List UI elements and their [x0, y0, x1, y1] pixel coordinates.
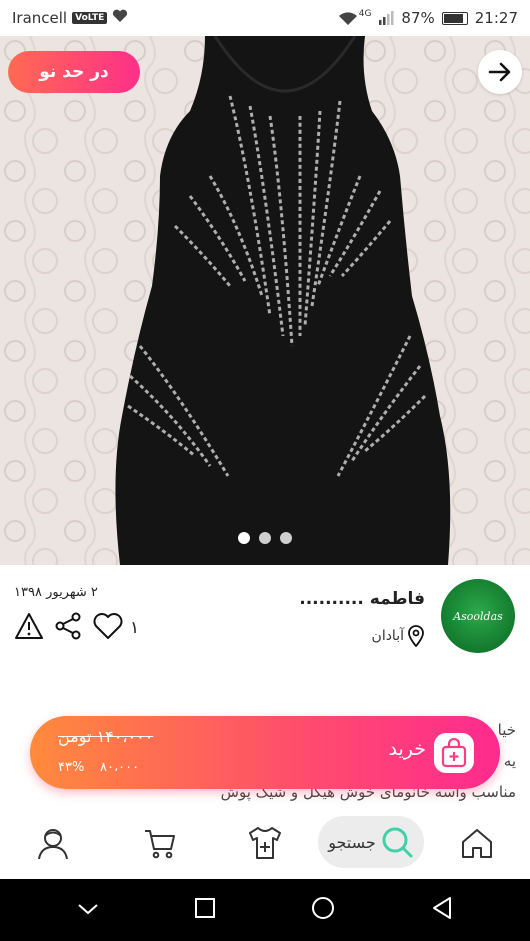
location-pin-icon [408, 625, 424, 647]
share-icon [55, 612, 81, 640]
heart-icon [93, 613, 123, 639]
battery-icon [441, 11, 468, 25]
nav-search[interactable]: جستجو [318, 816, 424, 868]
carousel-dot[interactable] [238, 532, 250, 544]
wifi-icon [338, 11, 358, 26]
status-bar: Irancell VoLTE 4G 87% 21:27 [0, 0, 530, 36]
like-button[interactable] [92, 612, 124, 644]
recents-button[interactable] [194, 897, 216, 923]
report-button[interactable] [14, 612, 44, 644]
arrow-right-icon [488, 62, 511, 82]
shopping-bag-icon [441, 738, 467, 768]
carousel-dots [0, 532, 530, 544]
carousel-dot[interactable] [280, 532, 292, 544]
seller-name[interactable]: فاطمه .......... [299, 589, 425, 609]
triangle-back-icon [432, 897, 451, 919]
network-type: 4G [358, 9, 372, 19]
product-image-carousel[interactable]: در حد نو [0, 36, 530, 565]
buy-label: خرید [388, 738, 427, 760]
collapse-button[interactable] [77, 901, 99, 920]
clock: 21:27 [474, 9, 518, 27]
nav-home[interactable] [457, 823, 497, 863]
back-button[interactable] [478, 50, 522, 94]
carousel-dot[interactable] [259, 532, 271, 544]
product-actions: ۱ [14, 612, 139, 644]
nav-cart[interactable] [140, 823, 180, 863]
post-date: ۲ شهریور ۱۳۹۸ [14, 585, 98, 600]
cart-icon [145, 830, 175, 859]
signal-icon [378, 11, 394, 25]
product-photo [0, 36, 530, 565]
profile-icon [38, 829, 68, 860]
status-right: 4G 87% 21:27 [338, 9, 518, 27]
condition-tag: در حد نو [8, 51, 140, 93]
product-info: ۲ شهریور ۱۳۹۸ ۱ Asooldas فاطمه .........… [0, 565, 530, 715]
carrier-name: Irancell [12, 9, 68, 27]
volte-badge: VoLTE [72, 12, 108, 24]
heart-status-icon [112, 9, 128, 27]
status-left: Irancell VoLTE [12, 9, 128, 27]
system-back-button[interactable] [431, 896, 453, 924]
warning-icon [15, 613, 43, 639]
share-button[interactable] [54, 612, 82, 644]
avatar-logo-text: Asooldas [453, 609, 503, 623]
add-shirt-icon [249, 827, 281, 859]
seller-avatar[interactable]: Asooldas [441, 579, 515, 653]
chevron-down-icon [78, 903, 98, 914]
location: آبادان [372, 625, 425, 647]
buy-button[interactable] [434, 733, 474, 773]
buy-bar[interactable]: ۱۴۰،۰۰۰ تومن ۴۳% ۸۰،۰۰۰ خرید [30, 716, 500, 789]
nav-add-product[interactable] [245, 823, 285, 863]
sale-price: ۸۰،۰۰۰ [100, 760, 140, 775]
location-name: آبادان [371, 628, 404, 644]
battery-percent: 87% [401, 9, 435, 27]
bottom-navigation: جستجو [0, 805, 530, 879]
nav-profile[interactable] [33, 823, 73, 863]
home-button[interactable] [310, 895, 336, 925]
discount-percent: ۴۳% [58, 760, 85, 775]
search-label: جستجو [328, 832, 376, 852]
like-count: ۱ [130, 618, 140, 638]
search-icon [382, 827, 413, 858]
square-icon [194, 898, 215, 918]
original-price: ۱۴۰،۰۰۰ تومن [58, 727, 154, 746]
circle-icon [312, 897, 335, 919]
home-icon [462, 829, 492, 858]
system-navigation-bar [0, 879, 530, 941]
